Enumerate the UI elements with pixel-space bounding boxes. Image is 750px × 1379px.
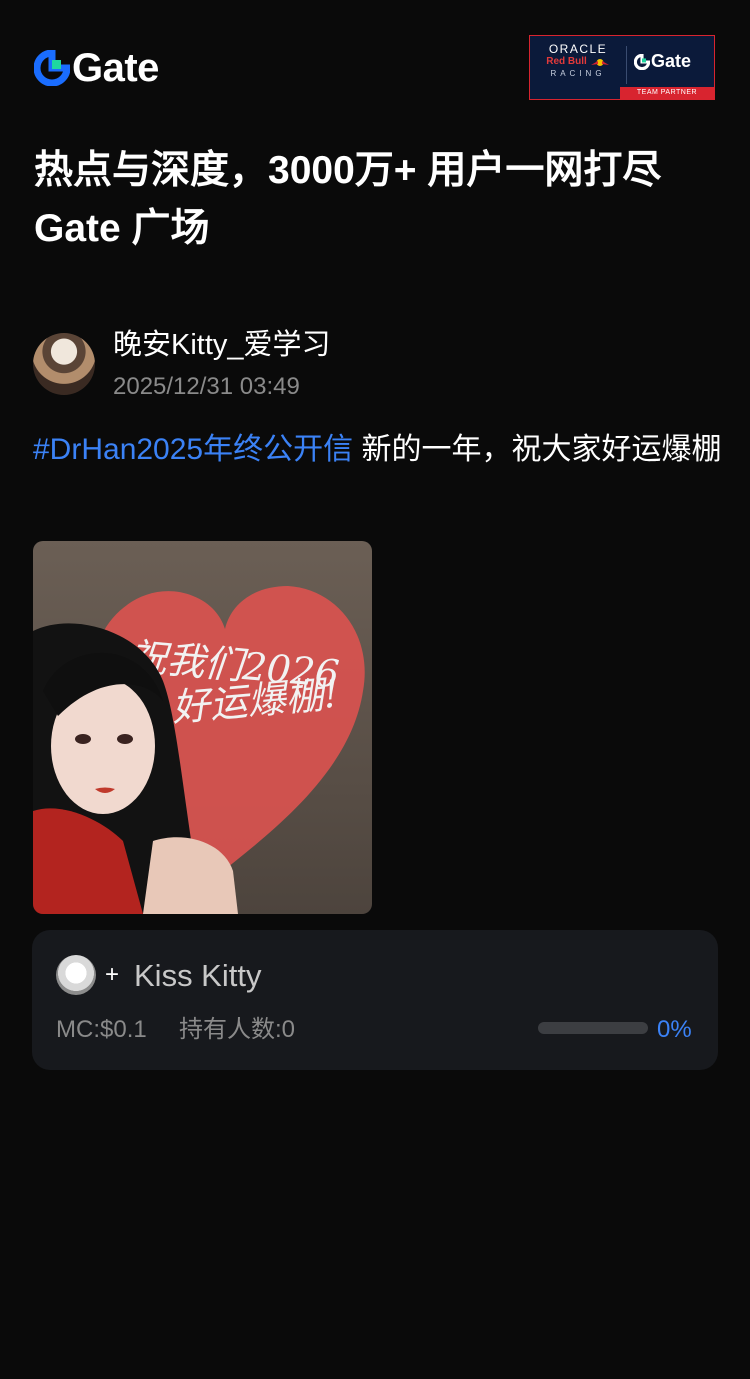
racing-wordmark: RACING — [550, 69, 606, 78]
partner-gate-logo: Gate — [634, 51, 691, 72]
gate-logo-text: Gate — [72, 46, 159, 90]
gate-logo[interactable]: Gate — [34, 48, 159, 88]
team-partner-badge: ORACLE Red Bull RACING Gate TEAM PARTNER — [529, 35, 715, 100]
token-card[interactable]: + Kiss Kitty MC:$0.1 持有人数:0 0% — [32, 930, 718, 1070]
redbull-wordmark: Red Bull — [538, 56, 618, 68]
post-timestamp: 2025/12/31 03:49 — [113, 373, 300, 400]
token-plus: + — [105, 961, 120, 988]
token-holders: 持有人数:0 — [179, 1016, 296, 1043]
author-avatar[interactable] — [33, 333, 95, 395]
token-market-cap: MC:$0.1 — [56, 1016, 147, 1043]
token-progress-percent: 0% — [657, 1016, 692, 1043]
token-avatar — [56, 955, 96, 995]
post-text: 新的一年，祝大家好运爆棚 — [353, 433, 722, 466]
author-name[interactable]: 晚安Kitty_爱学习 — [113, 326, 331, 364]
oracle-wordmark: ORACLE — [548, 42, 608, 56]
token-progress-bar — [538, 1022, 648, 1034]
post-hashtag[interactable]: #DrHan2025年终公开信 — [33, 433, 353, 466]
post-body: #DrHan2025年终公开信 新的一年，祝大家好运爆棚 — [33, 426, 723, 473]
page-headline: 热点与深度，3000万+ 用户一网打尽 Gate 广场 — [34, 149, 662, 250]
gate-logo-icon — [634, 53, 650, 70]
partner-divider — [626, 46, 627, 84]
token-name[interactable]: Kiss Kitty — [134, 957, 261, 995]
team-partner-label: TEAM PARTNER — [620, 87, 714, 99]
gate-logo-icon — [34, 50, 70, 86]
redbull-bulls-icon — [590, 58, 609, 66]
post-image[interactable]: 祝我们2026 好运爆棚! — [33, 541, 372, 914]
post-image-illustration: 祝我们2026 好运爆棚! — [33, 586, 365, 914]
